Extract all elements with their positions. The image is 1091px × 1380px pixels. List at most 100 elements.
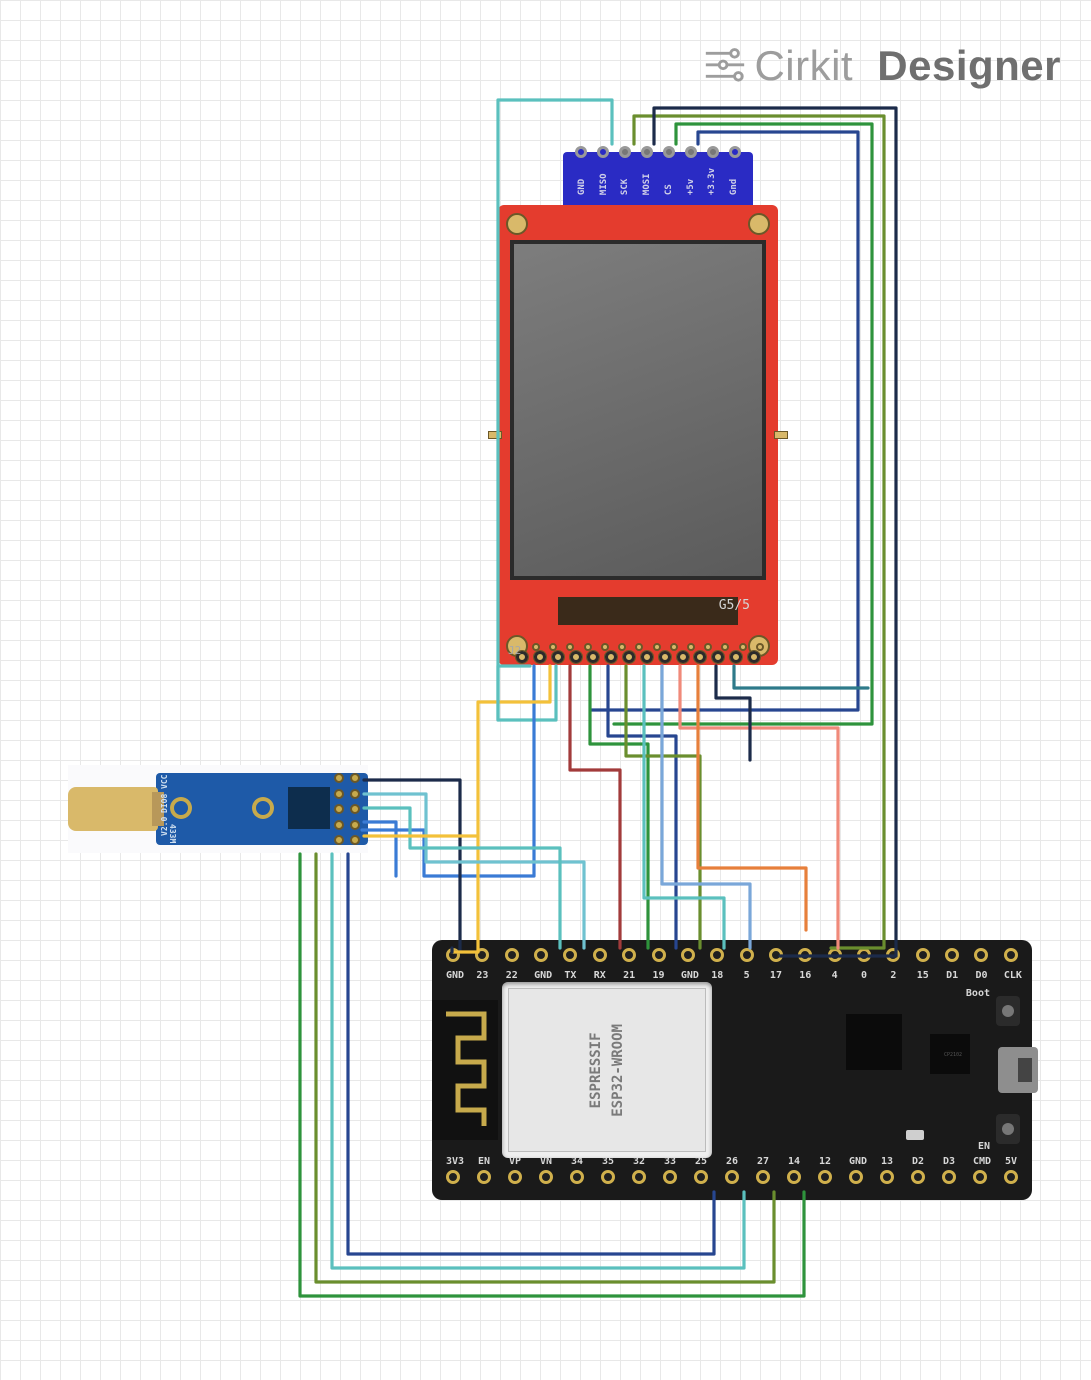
rf-silk: VCC: [160, 775, 169, 789]
rf-pin-b4[interactable]: [350, 835, 360, 845]
tft-pin-12[interactable]: [730, 651, 742, 663]
esp-pin-bot-12[interactable]: [818, 1170, 832, 1184]
esp-pin-top-0[interactable]: [857, 948, 871, 962]
esp-pin-top-gnd[interactable]: [534, 948, 548, 962]
esp-pin-top-19[interactable]: [652, 948, 666, 962]
esp-pin-top-rx[interactable]: [593, 948, 607, 962]
tft-pin-10[interactable]: [694, 651, 706, 663]
tft-pin-4[interactable]: [587, 651, 599, 663]
rf-pin-b0[interactable]: [350, 773, 360, 783]
sd-pin-miso[interactable]: [597, 146, 609, 158]
esp-label-bot-14: 14: [787, 1156, 801, 1170]
esp-pin-bot-34[interactable]: [570, 1170, 584, 1184]
esp-pin-bot-3v3[interactable]: [446, 1170, 460, 1184]
sd-pin-+3.3v[interactable]: [707, 146, 719, 158]
tft-pin-13[interactable]: [748, 651, 760, 663]
esp-label-top-15: 15: [916, 970, 930, 984]
esp-pin-top-4[interactable]: [828, 948, 842, 962]
tft-pin-7[interactable]: [641, 651, 653, 663]
esp-pin-bot-35[interactable]: [601, 1170, 615, 1184]
esp-pin-bot-d2[interactable]: [911, 1170, 925, 1184]
tft-pin-8[interactable]: [659, 651, 671, 663]
sd-pin-gnd[interactable]: [729, 146, 741, 158]
en-button[interactable]: [996, 1114, 1020, 1144]
esp-pin-top-16[interactable]: [798, 948, 812, 962]
esp-pin-top-21[interactable]: [622, 948, 636, 962]
rf-pin-a2[interactable]: [334, 804, 344, 814]
tft-driver-chip: [558, 597, 738, 625]
esp-label-top-5: 5: [740, 970, 754, 984]
esp32-devkit[interactable]: GND2322GNDTXRX2119GND185171640215D1D0CLK…: [432, 940, 1032, 1200]
tft-backpin-7: [653, 643, 661, 651]
esp-pin-bot-d3[interactable]: [942, 1170, 956, 1184]
rf-lora-module[interactable]: V2.0DIO8VCC 433M: [68, 765, 368, 853]
sd-pin-+5v[interactable]: [685, 146, 697, 158]
tft-pin-1[interactable]: [534, 651, 546, 663]
esp-label-top-d0: D0: [974, 970, 988, 984]
esp-pin-top-clk[interactable]: [1004, 948, 1018, 962]
rf-pin-a4[interactable]: [334, 835, 344, 845]
esp-pin-bot-vn[interactable]: [539, 1170, 553, 1184]
esp-pin-top-d1[interactable]: [945, 948, 959, 962]
esp-pin-bot-32[interactable]: [632, 1170, 646, 1184]
esp-pin-bot-26[interactable]: [725, 1170, 739, 1184]
sd-pin-sck[interactable]: [619, 146, 631, 158]
esp-pin-top-15[interactable]: [916, 948, 930, 962]
esp-pin-bot-gnd[interactable]: [849, 1170, 863, 1184]
rf-pin-a3[interactable]: [334, 820, 344, 830]
esp-pin-bot-5v[interactable]: [1004, 1170, 1018, 1184]
design-canvas[interactable]: Cirkit Designer GNDMISOSCKMOSICS+5v+3.3v…: [0, 0, 1091, 1380]
tft-pin-11[interactable]: [712, 651, 724, 663]
esp-pin-top-23[interactable]: [475, 948, 489, 962]
esp-label-top-0: 0: [857, 970, 871, 984]
esp-pin-top-22[interactable]: [505, 948, 519, 962]
esp-label-bot-d2: D2: [911, 1156, 925, 1170]
esp-pin-top-2[interactable]: [886, 948, 900, 962]
en-label: EN: [978, 1141, 990, 1152]
esp-pin-top-d0[interactable]: [974, 948, 988, 962]
sd-pin-gnd[interactable]: [575, 146, 587, 158]
tft-pinrow: [516, 651, 760, 671]
tft-display-module[interactable]: G5/5 J2: [498, 205, 778, 665]
esp-pin-top-5[interactable]: [740, 948, 754, 962]
rf-pin-b3[interactable]: [350, 820, 360, 830]
esp-pin-bot-25[interactable]: [694, 1170, 708, 1184]
esp-pin-bot-13[interactable]: [880, 1170, 894, 1184]
esp-pin-bot-en[interactable]: [477, 1170, 491, 1184]
sd-pin-mosi[interactable]: [641, 146, 653, 158]
esp-label-top-4: 4: [828, 970, 842, 984]
esp-label-bot-d3: D3: [942, 1156, 956, 1170]
esp-pin-bot-cmd[interactable]: [973, 1170, 987, 1184]
esp-pin-top-tx[interactable]: [563, 948, 577, 962]
tft-backpin-3: [584, 643, 592, 651]
tft-backpin-12: [739, 643, 747, 651]
boot-label: Boot: [966, 988, 990, 999]
esp-pin-bot-14[interactable]: [787, 1170, 801, 1184]
esp-pin-top-17[interactable]: [769, 948, 783, 962]
esp-label-bot-27: 27: [756, 1156, 770, 1170]
tft-pin-5[interactable]: [605, 651, 617, 663]
usb-micro-port[interactable]: [998, 1047, 1038, 1093]
sd-pinlabels: GNDMISOSCKMOSICS+5v+3.3vGnd: [577, 168, 739, 195]
esp-pins-bot: [446, 1170, 1018, 1192]
rf-pin-a1[interactable]: [334, 789, 344, 799]
rf-pin-b2[interactable]: [350, 804, 360, 814]
esp-pin-bot-vp[interactable]: [508, 1170, 522, 1184]
boot-button[interactable]: [996, 996, 1020, 1026]
tft-pin-3[interactable]: [570, 651, 582, 663]
rf-mounthole-l: [170, 797, 192, 819]
sd-pin-cs[interactable]: [663, 146, 675, 158]
esp-pin-bot-33[interactable]: [663, 1170, 677, 1184]
tft-backpin-2: [566, 643, 574, 651]
esp-pin-bot-27[interactable]: [756, 1170, 770, 1184]
rf-pin-b1[interactable]: [350, 789, 360, 799]
esp-pin-top-gnd[interactable]: [681, 948, 695, 962]
rf-pin-a0[interactable]: [334, 773, 344, 783]
tft-backpin-0: [532, 643, 540, 651]
tft-pin-2[interactable]: [552, 651, 564, 663]
esp-pin-top-gnd[interactable]: [446, 948, 460, 962]
tft-pin-9[interactable]: [677, 651, 689, 663]
tft-pin-6[interactable]: [623, 651, 635, 663]
esp-pin-top-18[interactable]: [710, 948, 724, 962]
sd-pinrow: [575, 146, 741, 166]
